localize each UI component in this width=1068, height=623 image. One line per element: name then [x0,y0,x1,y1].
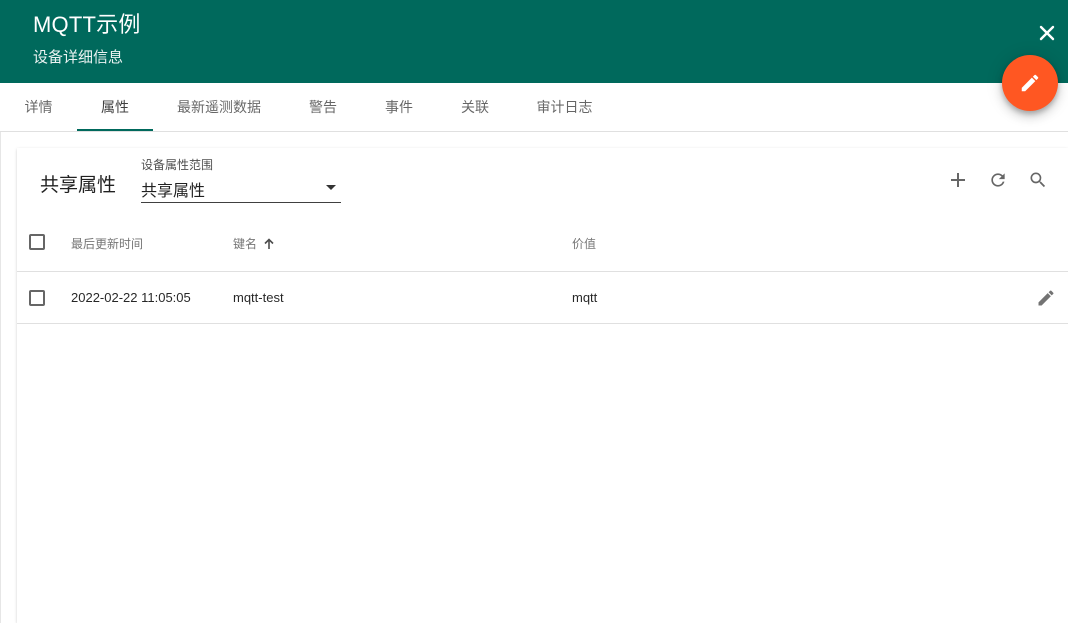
tab-label: 详情 [24,99,53,115]
cell-value: mqtt [572,290,598,305]
tab-attributes[interactable]: 属性 [77,83,153,131]
edit-icon [1038,290,1054,306]
left-divider [0,132,1,623]
close-icon [1039,25,1055,41]
scope-select-value: 共享属性 [141,183,206,200]
scope-select-label: 设备属性范围 [141,158,214,172]
tab-relations[interactable]: 关联 [437,83,513,131]
close-button[interactable] [1034,20,1060,46]
column-header-value[interactable]: 价值 [572,235,596,252]
column-label: 价值 [572,237,597,251]
column-header-key[interactable]: 键名 [233,235,275,252]
tab-label: 事件 [385,99,413,115]
select-all-checkbox[interactable] [29,234,45,250]
attribute-scope-select[interactable]: 共享属性 [141,174,341,203]
panel-title: 共享属性 [40,175,117,196]
tab-events[interactable]: 事件 [361,83,437,131]
column-label: 最后更新时间 [71,237,144,251]
cell-last-update: 2022-02-22 11:05:05 [71,290,191,305]
tab-label: 警告 [309,99,337,115]
column-label: 键名 [233,237,258,251]
search-icon [1030,172,1046,188]
search-button[interactable] [1026,168,1050,192]
chevron-down-icon [326,185,336,190]
tab-label: 审计日志 [536,99,593,115]
tab-latest-telemetry[interactable]: 最新遥测数据 [153,83,285,131]
device-subtitle: 设备详细信息 [33,49,124,66]
dialog-header: MQTT示例 设备详细信息 [0,0,1068,83]
add-attribute-button[interactable] [946,168,970,192]
cell-key: mqtt-test [233,290,284,305]
arrow-up-icon [263,237,275,250]
device-title: MQTT示例 [33,12,141,37]
refresh-button[interactable] [986,168,1010,192]
row-edit-button[interactable] [1035,287,1057,309]
column-header-last-update[interactable]: 最后更新时间 [71,235,143,252]
tab-details[interactable]: 详情 [0,83,77,131]
attributes-panel: 共享属性 设备属性范围 共享属性 最后更新时间 键名 价值 2022-02-22… [17,148,1068,623]
refresh-icon [991,173,1005,187]
row-checkbox[interactable] [29,290,45,306]
table-header-divider [17,271,1068,272]
active-tab-indicator [77,129,153,131]
add-icon [951,173,965,187]
tab-label: 属性 [101,99,129,115]
tab-alarms[interactable]: 警告 [285,83,361,131]
row-divider [17,323,1068,324]
device-tabs: 详情 属性 最新遥测数据 警告 事件 关联 审计日志 [0,83,1068,132]
tab-label: 最新遥测数据 [177,99,261,115]
tab-label: 关联 [461,99,489,115]
tab-audit-logs[interactable]: 审计日志 [513,83,616,131]
